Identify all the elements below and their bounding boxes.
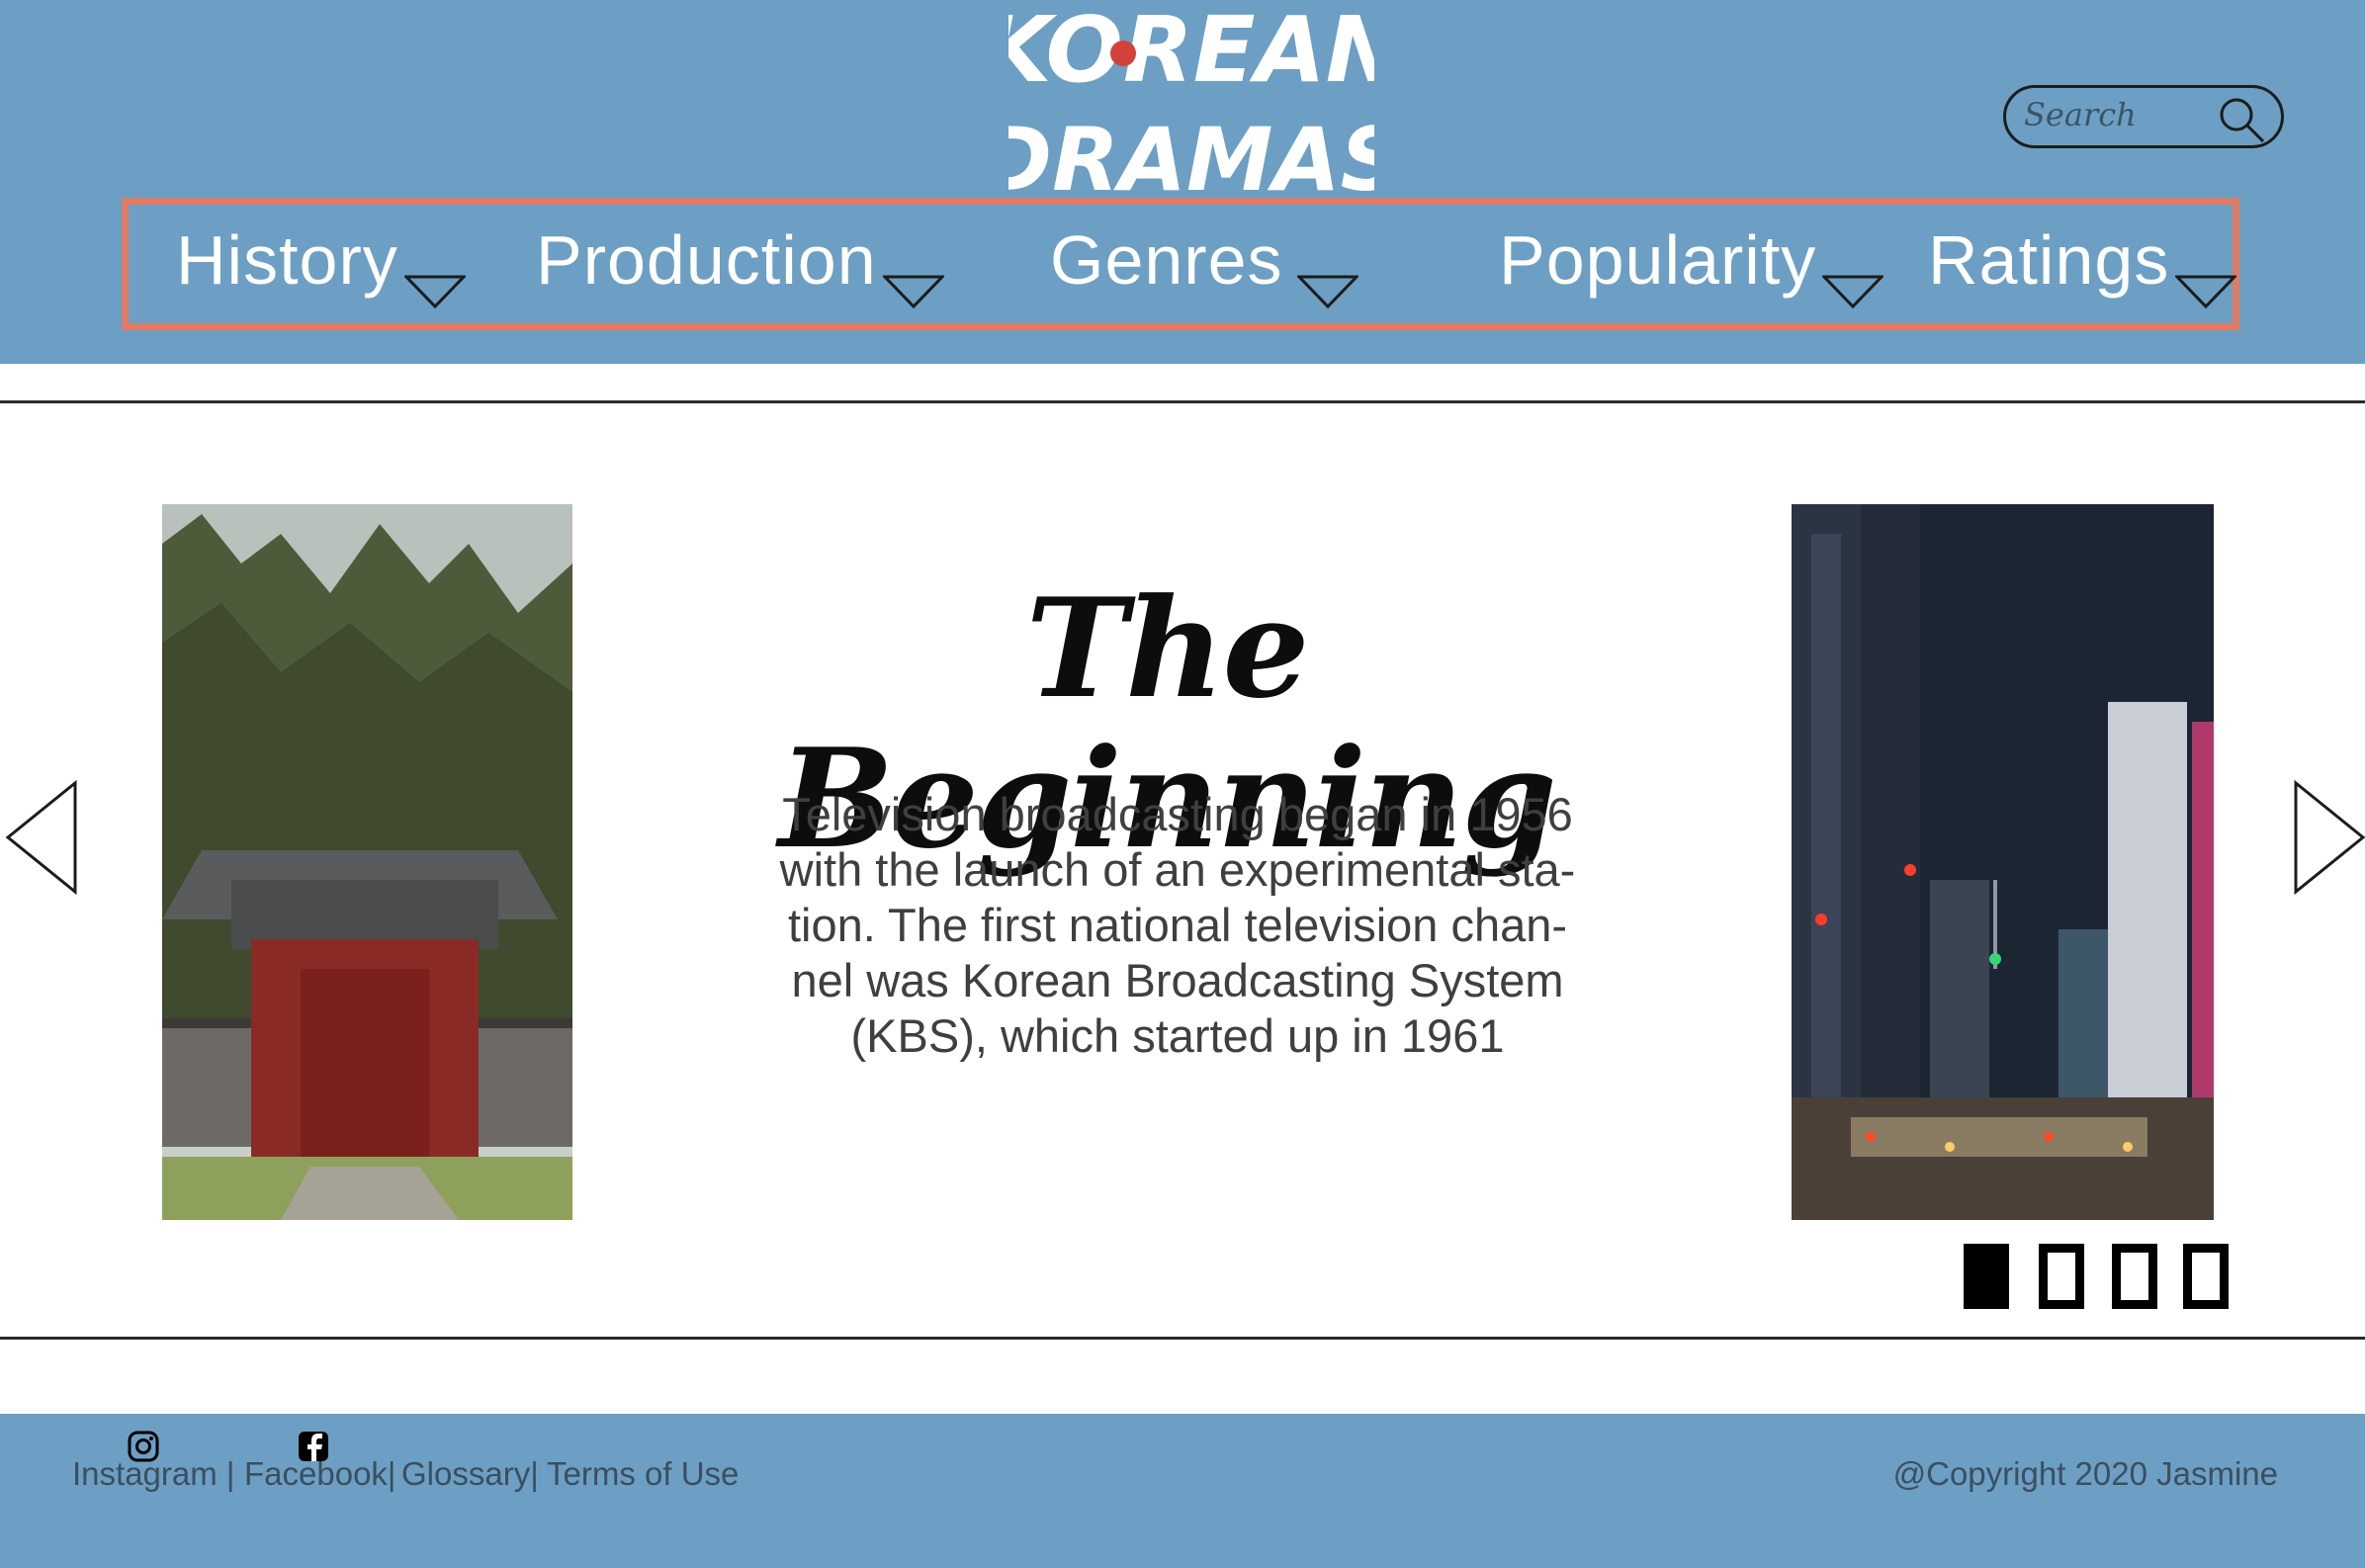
caret-down-icon[interactable] bbox=[1822, 275, 1884, 308]
nav-label: Production bbox=[536, 221, 877, 299]
seoul-night-city-photo bbox=[1792, 504, 2214, 1220]
header: KOREAN DRAMAS Search History Production … bbox=[0, 0, 2365, 364]
right-arrow-icon[interactable] bbox=[2292, 779, 2365, 896]
search-box[interactable]: Search bbox=[2003, 85, 2284, 148]
caret-down-icon[interactable] bbox=[882, 275, 944, 308]
divider bbox=[0, 400, 2365, 403]
logo-dot-red bbox=[1110, 41, 1136, 66]
nav-label: Genres bbox=[1050, 221, 1283, 299]
footer-link-glossary[interactable]: Glossary| bbox=[401, 1457, 539, 1490]
left-arrow-icon[interactable] bbox=[4, 779, 79, 896]
footer: Instagram | Facebook| Glossary| Terms of… bbox=[0, 1414, 2365, 1568]
footer-link-facebook[interactable]: Facebook| bbox=[244, 1457, 396, 1490]
footer-link-instagram[interactable]: Instagram | bbox=[72, 1457, 234, 1490]
search-input[interactable]: Search bbox=[2024, 96, 2137, 133]
nav-label: Popularity bbox=[1499, 221, 1817, 299]
caret-down-icon[interactable] bbox=[1296, 275, 1358, 308]
nav-label: History bbox=[176, 221, 398, 299]
nav-item-ratings[interactable]: Ratings bbox=[1928, 218, 2237, 316]
logo-line2: DRAMAS bbox=[1008, 109, 1374, 198]
slide-indicator-4[interactable] bbox=[2183, 1244, 2229, 1309]
nav-item-genres[interactable]: Genres bbox=[1050, 218, 1358, 316]
nav-item-production[interactable]: Production bbox=[536, 218, 944, 316]
nav-item-popularity[interactable]: Popularity bbox=[1499, 218, 1884, 316]
logo-line1: KOREAN bbox=[1008, 0, 1374, 103]
copyright-text: @Copyright 2020 Jasmine bbox=[1892, 1455, 2278, 1492]
caret-down-icon[interactable] bbox=[403, 275, 466, 308]
slide-text: Television broadcasting began in 1956 wi… bbox=[779, 788, 1576, 1062]
nav-label: Ratings bbox=[1928, 221, 2170, 299]
slide-indicator-2[interactable] bbox=[2039, 1244, 2084, 1309]
nav-item-history[interactable]: History bbox=[176, 218, 466, 316]
divider bbox=[0, 1337, 2365, 1340]
slide-indicator-3[interactable] bbox=[2112, 1244, 2157, 1309]
traditional-korean-gate-photo bbox=[162, 504, 572, 1220]
site-logo[interactable]: KOREAN DRAMAS bbox=[1008, 0, 1374, 198]
search-icon[interactable] bbox=[2216, 94, 2267, 145]
footer-link-terms[interactable]: Terms of Use bbox=[547, 1457, 739, 1490]
slide-indicator-1[interactable] bbox=[1964, 1244, 2009, 1309]
caret-down-icon[interactable] bbox=[2175, 275, 2237, 308]
